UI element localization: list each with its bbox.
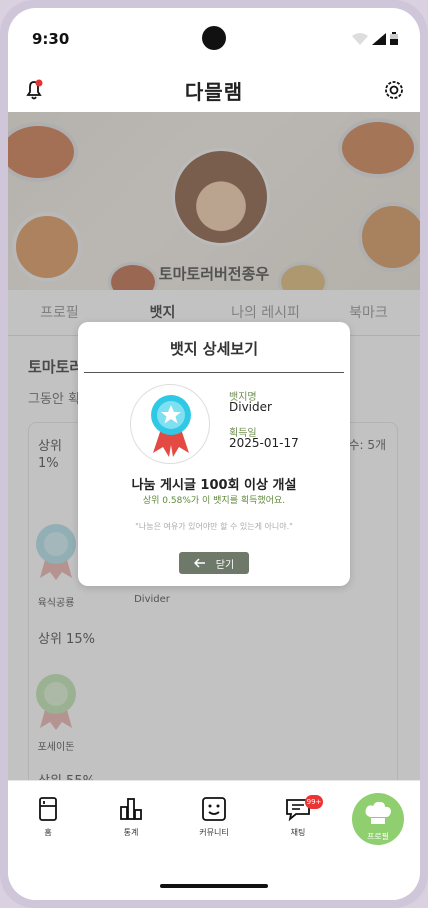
- nav-label: 홈: [44, 828, 52, 837]
- chat-unread-badge: 99+: [305, 795, 323, 809]
- badge-quote: "나눔은 여유가 있어야만 할 수 있는게 아니야.": [135, 522, 293, 531]
- nav-home[interactable]: 홈: [18, 797, 78, 838]
- nav-label: 채팅: [290, 828, 306, 837]
- nav-label: 커뮤니티: [199, 828, 229, 837]
- home-indicator[interactable]: [160, 884, 268, 888]
- nav-stats[interactable]: 통계: [101, 797, 161, 838]
- bottom-nav: 홈 통계 커뮤니티 채팅 99+ 프로필: [8, 780, 420, 900]
- bar-chart-icon: [120, 798, 142, 820]
- settings-gear-icon[interactable]: [380, 76, 408, 104]
- ribbon-badge-icon: [151, 395, 191, 457]
- signal-icon: [372, 33, 386, 45]
- nav-community[interactable]: 커뮤니티: [184, 797, 244, 838]
- battery-icon: [390, 32, 398, 45]
- close-button-label: 닫기: [215, 559, 235, 571]
- screen: 9:30 다믈램 토마토러버전종우 프로필 뱃지 나의 레시피 북마크 토마토러…: [8, 8, 420, 900]
- status-bar: 9:30: [8, 8, 420, 70]
- acquired-date-value: 2025-01-17: [229, 436, 299, 450]
- modal-divider: [84, 372, 344, 373]
- phone-frame: 9:30 다믈램 토마토러버전종우 프로필 뱃지 나의 레시피 북마크 토마토러…: [0, 0, 428, 908]
- status-time: 9:30: [32, 30, 70, 48]
- wifi-icon: [352, 33, 368, 45]
- nav-label: 통계: [123, 828, 139, 837]
- status-icons: [352, 32, 398, 45]
- modal-title: 뱃지 상세보기: [169, 340, 259, 358]
- badge-name-value: Divider: [229, 400, 272, 414]
- badge-condition: 나눔 게시글 100회 이상 개설: [131, 478, 297, 493]
- close-button[interactable]: 닫기: [179, 552, 249, 574]
- badge-detail-modal: 뱃지 상세보기 뱃지명 Divider 획득일 2025-01-17 나눔 게시…: [78, 322, 350, 586]
- fridge-icon: [39, 797, 57, 821]
- nav-profile[interactable]: 프로필: [352, 793, 404, 845]
- nav-label: 프로필: [366, 832, 390, 841]
- badge-percent: 상위 0.58%가 이 뱃지를 획득했어요.: [142, 496, 286, 506]
- app-header: 다믈램: [8, 70, 420, 112]
- chef-hat-icon: [365, 801, 391, 824]
- arrow-left-icon: [193, 558, 205, 568]
- app-logo: 다믈램: [184, 80, 244, 104]
- smile-face-icon: [202, 797, 226, 821]
- camera-cutout: [202, 26, 226, 50]
- badge-image-frame: [130, 384, 210, 464]
